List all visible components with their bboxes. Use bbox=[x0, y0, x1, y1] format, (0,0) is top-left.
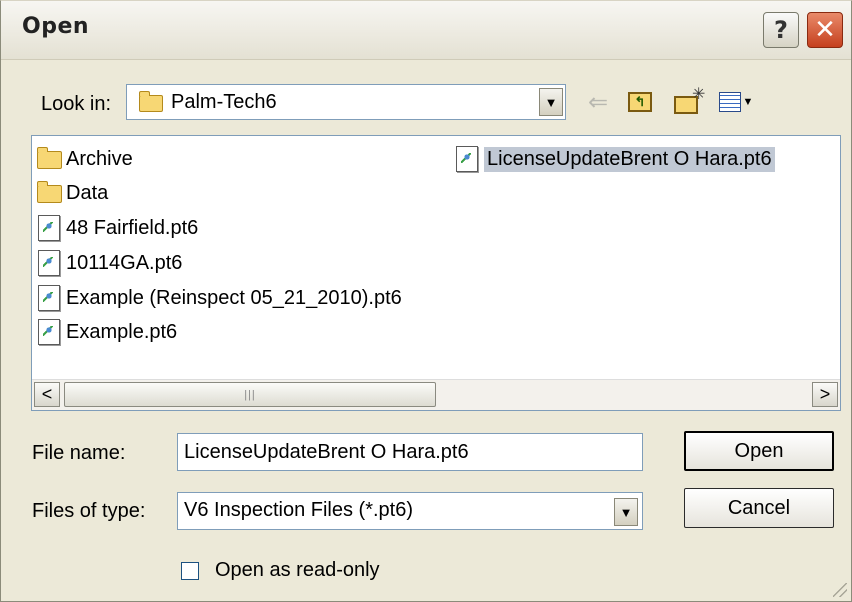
chevron-down-icon: ▼ bbox=[544, 94, 558, 110]
file-type-value: V6 Inspection Files (*.pt6) bbox=[184, 499, 413, 521]
help-button[interactable]: ? bbox=[763, 12, 799, 48]
list-item-label: 48 Fairfield.pt6 bbox=[66, 216, 199, 239]
look-in-combo[interactable]: Palm-Tech6 ▼ bbox=[126, 84, 566, 120]
chevron-left-icon: < bbox=[41, 384, 53, 404]
look-in-label: Look in: bbox=[41, 93, 112, 115]
resize-grip-icon[interactable] bbox=[833, 583, 847, 597]
read-only-checkbox[interactable] bbox=[181, 562, 199, 580]
cancel-button[interactable]: Cancel bbox=[684, 488, 834, 528]
back-arrow-icon[interactable]: ⇐ bbox=[583, 87, 613, 117]
list-item-label: Data bbox=[66, 181, 109, 204]
chevron-right-icon: > bbox=[819, 384, 831, 404]
look-in-dropdown-button[interactable]: ▼ bbox=[539, 88, 563, 116]
scroll-right-button[interactable]: > bbox=[812, 382, 838, 407]
read-only-label[interactable]: Open as read-only bbox=[215, 559, 380, 582]
list-item-file[interactable]: Example (Reinspect 05_21_2010).pt6 bbox=[38, 282, 402, 314]
views-menu-icon[interactable]: ▼ bbox=[713, 87, 759, 117]
list-item-file-selected[interactable]: LicenseUpdateBrent O Hara.pt6 bbox=[456, 143, 775, 175]
folder-icon bbox=[37, 147, 62, 169]
pt6-file-icon bbox=[456, 146, 478, 172]
list-item-file[interactable]: 10114GA.pt6 bbox=[38, 247, 182, 279]
pt6-file-icon bbox=[38, 215, 60, 241]
list-item-archive[interactable]: Archive bbox=[36, 143, 133, 175]
file-type-dropdown-button[interactable]: ▼ bbox=[614, 498, 638, 526]
file-list[interactable]: Archive Data 48 Fairfield.pt6 10114GA.pt… bbox=[31, 135, 841, 411]
close-button[interactable]: ✕ bbox=[807, 12, 843, 48]
file-type-combo[interactable]: V6 Inspection Files (*.pt6) ▼ bbox=[177, 492, 643, 530]
open-button[interactable]: Open bbox=[684, 431, 834, 471]
pt6-file-icon bbox=[38, 285, 60, 311]
list-item-label: 10114GA.pt6 bbox=[66, 251, 183, 274]
pt6-file-icon bbox=[38, 250, 60, 276]
folder-icon bbox=[139, 91, 163, 112]
file-name-label: File name: bbox=[32, 442, 126, 464]
list-item-label: Example.pt6 bbox=[66, 320, 178, 343]
file-type-label: Files of type: bbox=[32, 500, 146, 522]
scroll-thumb[interactable]: ||| bbox=[64, 382, 436, 407]
list-item-data[interactable]: Data bbox=[36, 177, 108, 209]
scroll-left-button[interactable]: < bbox=[34, 382, 60, 407]
title-bar[interactable]: Open ? ✕ bbox=[1, 1, 851, 60]
list-item-file[interactable]: 48 Fairfield.pt6 bbox=[38, 212, 198, 244]
list-item-label: LicenseUpdateBrent O Hara.pt6 bbox=[484, 146, 775, 172]
horizontal-scrollbar[interactable]: < ||| > bbox=[32, 379, 840, 410]
list-item-label: Archive bbox=[66, 147, 133, 170]
list-item-label: Example (Reinspect 05_21_2010).pt6 bbox=[66, 286, 402, 309]
look-in-value: Palm-Tech6 bbox=[171, 91, 277, 113]
open-dialog: Open ? ✕ Look in: Palm-Tech6 ▼ ⇐ ↰ ✳ ▼ A… bbox=[0, 0, 852, 602]
file-name-input[interactable] bbox=[177, 433, 643, 471]
folder-icon bbox=[37, 181, 62, 203]
chevron-down-icon: ▼ bbox=[619, 504, 633, 520]
list-item-file[interactable]: Example.pt6 bbox=[38, 316, 177, 348]
dialog-title: Open bbox=[22, 14, 90, 39]
pt6-file-icon bbox=[38, 319, 60, 345]
new-folder-icon[interactable]: ✳ bbox=[671, 86, 705, 117]
grip-icon: ||| bbox=[244, 388, 256, 401]
up-one-level-icon[interactable]: ↰ bbox=[625, 87, 655, 117]
